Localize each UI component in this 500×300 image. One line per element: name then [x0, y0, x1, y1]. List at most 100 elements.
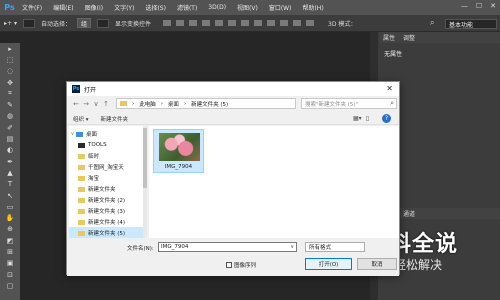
menu-bar: Ps 文件(F) 编辑(E) 图像(I) 文字(Y) 选择(S) 滤镜(T) 3… [0, 0, 500, 15]
color-swatch-icon[interactable]: ◩ [0, 235, 20, 246]
align-center-icon[interactable] [215, 20, 224, 26]
menu-select[interactable]: 选择(S) [145, 3, 166, 12]
new-folder-button[interactable]: 新建文件夹 [101, 115, 129, 123]
options-bar: ▸+ ▾ 自动选择： 组 显示变换控件 3D 模式： [0, 15, 500, 32]
menu-view[interactable]: 视图(V) [237, 3, 258, 12]
screen-mode-icon[interactable]: ▣ [0, 258, 20, 269]
file-format-select[interactable]: 所有格式 [305, 242, 365, 252]
folder-icon [78, 142, 85, 148]
folder-icon [78, 230, 85, 236]
nav-item-label: 新建文件夹 (3) [88, 209, 126, 215]
menu-edit[interactable]: 编辑(E) [53, 3, 73, 12]
tab-adjustments[interactable]: 调整 [403, 33, 415, 42]
breadcrumb-desktop[interactable]: 桌面 [168, 100, 179, 108]
nav-item-label: 新建文件夹 [88, 187, 116, 193]
quick-mask-icon[interactable]: ⊞ [0, 246, 20, 257]
shape-tool-icon[interactable]: ▭ [0, 201, 20, 212]
breadcrumb-folder[interactable]: 新建文件夹 (5) [191, 100, 228, 108]
image-sequence-checkbox[interactable] [226, 262, 232, 268]
chevron-down-icon[interactable]: ∨ [290, 244, 294, 250]
menu-image[interactable]: 图像(I) [85, 3, 103, 12]
distribute-right-icon[interactable] [306, 20, 315, 26]
align-left-icon[interactable] [202, 20, 211, 26]
auto-select-checkbox[interactable] [22, 18, 35, 28]
dialog-footer: 文件名(N): IMG_7904 ∨ 所有格式 图像序列 打开(O) 取消 [67, 238, 399, 276]
align-top-icon[interactable] [163, 20, 172, 26]
extra-tool-icon[interactable]: ⊡ [0, 269, 20, 280]
close-icon[interactable]: ✕ [386, 84, 393, 93]
tab-properties[interactable]: 属性 [383, 33, 395, 42]
distribute-top-icon[interactable] [241, 20, 250, 26]
view-mode-icon[interactable]: ▦▾ [353, 115, 362, 122]
move-tool-icon[interactable]: ▸ [0, 43, 20, 54]
zoom-tool-icon[interactable]: ⊕ [0, 224, 20, 235]
filename-value: IMG_7904 [161, 244, 189, 250]
extra-tool-icon[interactable]: ▢ [0, 280, 20, 291]
path-select-tool-icon[interactable]: ↖ [0, 190, 20, 201]
forward-arrow-icon[interactable]: → [81, 100, 91, 108]
align-bottom-icon[interactable] [189, 20, 198, 26]
eyedropper-tool-icon[interactable]: ✎ [0, 99, 20, 110]
search-input[interactable]: 搜索"新建文件夹 (5)" ⌕ [301, 98, 397, 109]
brush-tool-icon[interactable]: ✐ [0, 122, 20, 133]
distribute-center-icon[interactable] [293, 20, 302, 26]
nav-scrollbar[interactable] [143, 126, 147, 238]
close-icon[interactable]: ✕ [490, 2, 496, 10]
gradient-tool-icon[interactable]: ▲ [0, 167, 20, 178]
quick-select-tool-icon[interactable]: ✥ [0, 77, 20, 88]
distribute-middle-icon[interactable] [254, 20, 263, 26]
folder-icon [78, 164, 85, 170]
healing-tool-icon[interactable]: ◍ [0, 111, 20, 122]
back-arrow-icon[interactable]: ← [71, 100, 81, 108]
marquee-tool-icon[interactable]: ⬚ [0, 54, 20, 65]
menu-help[interactable]: 帮助(H) [302, 3, 323, 12]
minimize-icon[interactable]: — [461, 2, 468, 10]
distribute-bottom-icon[interactable] [267, 20, 276, 26]
crop-tool-icon[interactable]: ⌗ [0, 88, 20, 99]
file-item[interactable]: IMG_7904 [153, 129, 204, 173]
workspace-switcher[interactable]: 基本功能 [445, 19, 497, 29]
type-tool-icon[interactable]: T [0, 179, 20, 190]
maximize-icon[interactable]: ☐ [476, 2, 482, 10]
menu-file[interactable]: 文件(F) [22, 3, 42, 12]
show-transform-label: 显示变换控件 [115, 20, 152, 28]
move-tool-icon[interactable]: ▸+ ▾ [4, 20, 17, 27]
open-button[interactable]: 打开(O) [305, 258, 352, 270]
show-transform-checkbox[interactable] [97, 18, 109, 28]
navigation-pane: ∨ 桌面 TOOLS 临时 千图网_淘宝天 淘宝 新建文件夹 新建文件夹 (2) [69, 126, 143, 239]
nav-item-label: 千图网_淘宝天 [88, 165, 124, 171]
preview-pane-icon[interactable]: ▯ [366, 115, 369, 122]
organize-button[interactable]: 组织 ▾ [73, 115, 89, 123]
filename-input[interactable]: IMG_7904 ∨ [158, 242, 297, 252]
align-right-icon[interactable] [228, 20, 237, 26]
auto-select-dropdown[interactable]: 组 [76, 18, 91, 28]
menu-3d[interactable]: 3D(D) [208, 4, 226, 11]
eraser-tool-icon[interactable]: ✒ [0, 156, 20, 167]
menu-filter[interactable]: 滤镜(T) [177, 3, 197, 12]
recent-locations-icon[interactable]: ∨ [91, 100, 101, 108]
search-icon[interactable]: ⌕ [430, 18, 434, 28]
lasso-tool-icon[interactable]: ◌ [0, 66, 20, 77]
hand-tool-icon[interactable]: ✋ [0, 212, 20, 223]
nav-item-label: 新建文件夹 (4) [88, 220, 126, 226]
clone-stamp-tool-icon[interactable]: ▤ [0, 133, 20, 144]
scrollbar-thumb[interactable] [143, 128, 147, 188]
history-brush-tool-icon[interactable]: ◐ [0, 145, 20, 156]
distribute-left-icon[interactable] [280, 20, 289, 26]
address-row: ← → ∨ ↑ › 此电脑 › 桌面 › 新建文件夹 (5) 搜索"新建文件夹 … [67, 96, 399, 112]
help-icon[interactable]: ? [382, 114, 391, 123]
expand-caret-icon[interactable]: ∨ [69, 131, 76, 137]
photoshop-logo-icon: Ps [4, 3, 15, 12]
tab-channels[interactable]: 通道 [403, 209, 415, 218]
nav-item-label: 桌面 [86, 132, 98, 138]
menu-type[interactable]: 文字(Y) [114, 3, 134, 12]
align-middle-icon[interactable] [176, 20, 185, 26]
up-arrow-icon[interactable]: ↑ [101, 100, 111, 108]
address-bar[interactable]: › 此电脑 › 桌面 › 新建文件夹 (5) [116, 98, 296, 109]
menu-window[interactable]: 窗口(W) [269, 3, 292, 12]
cancel-button[interactable]: 取消 [357, 258, 397, 270]
search-icon[interactable]: ⌕ [390, 99, 394, 108]
breadcrumb-this-pc[interactable]: 此电脑 [139, 100, 156, 108]
folder-icon [120, 101, 127, 106]
folder-icon [78, 186, 85, 192]
